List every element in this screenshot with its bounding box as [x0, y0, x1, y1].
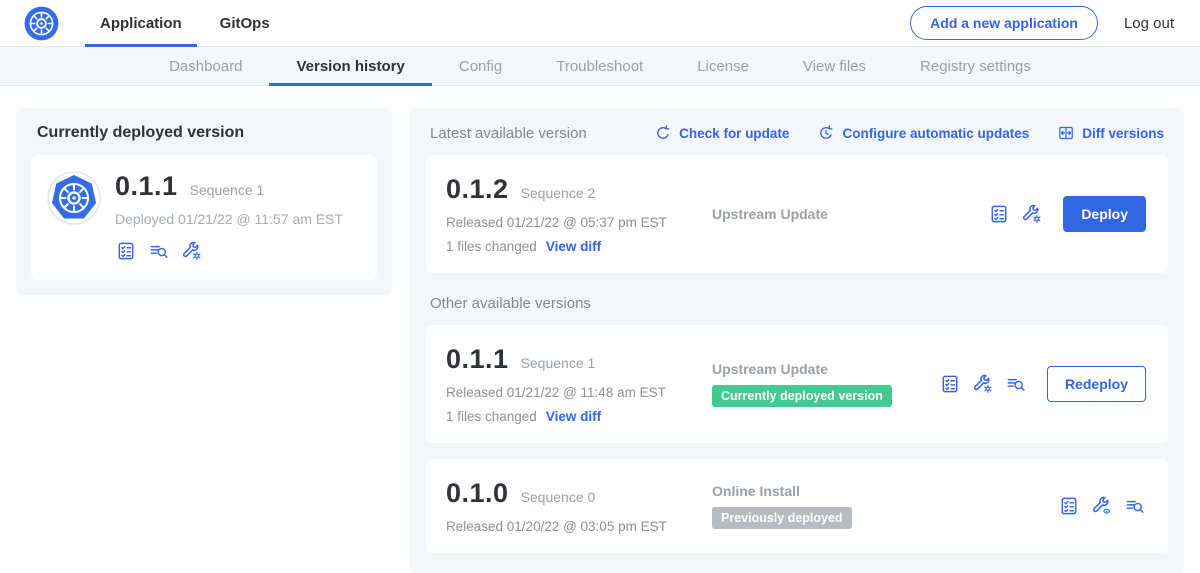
- version-released: Released 01/21/22 @ 11:48 am EST: [446, 385, 696, 400]
- deployed-version-info: 0.1.1 Sequence 1 Deployed 01/21/22 @ 11:…: [115, 171, 343, 262]
- logs-icon[interactable]: [1005, 373, 1027, 395]
- app-subnav: Dashboard Version history Config Trouble…: [0, 47, 1200, 86]
- latest-version-title: Latest available version: [430, 125, 587, 142]
- add-application-button[interactable]: Add a new application: [910, 6, 1098, 40]
- version-history-panel: Latest available version Check for updat…: [410, 108, 1184, 573]
- version-info: 0.1.2 Sequence 2 Released 01/21/22 @ 05:…: [446, 174, 696, 254]
- logs-icon[interactable]: [1124, 495, 1146, 517]
- top-tabs: Application GitOps: [85, 0, 293, 47]
- version-info: 0.1.0 Sequence 0 Released 01/20/22 @ 03:…: [446, 478, 696, 534]
- currently-deployed-panel: Currently deployed version 0.1.1 Sequenc…: [16, 108, 392, 295]
- status-badge: Currently deployed version: [712, 385, 892, 407]
- version-status: Online Install Previously deployed: [696, 483, 1058, 529]
- subnav-item[interactable]: Dashboard: [142, 47, 269, 86]
- config-edit-icon[interactable]: [1021, 203, 1043, 225]
- version-sequence: Sequence 1: [521, 355, 596, 371]
- kubernetes-logo-icon: [24, 6, 59, 41]
- subnav-item[interactable]: Registry settings: [893, 47, 1058, 86]
- version-sequence: Sequence 0: [521, 489, 596, 505]
- version-number: 0.1.1: [446, 344, 509, 375]
- version-source: Upstream Update: [712, 206, 988, 222]
- version-action-icons: [988, 203, 1043, 225]
- main-content: Currently deployed version 0.1.1 Sequenc…: [0, 86, 1200, 573]
- panel-action-label: Configure automatic updates: [842, 126, 1029, 141]
- version-info: 0.1.1 Sequence 1 Released 01/21/22 @ 11:…: [446, 344, 696, 424]
- config-edit-icon[interactable]: [181, 240, 203, 262]
- files-changed-row: 1 files changed View diff: [446, 409, 696, 424]
- version-source: Upstream Update: [712, 361, 939, 377]
- preflight-icon[interactable]: [988, 203, 1010, 225]
- version-released: Released 01/21/22 @ 05:37 pm EST: [446, 215, 696, 230]
- deployed-action-icons: [115, 240, 343, 262]
- subnav-item[interactable]: Troubleshoot: [529, 47, 670, 86]
- top-tab[interactable]: GitOps: [205, 0, 285, 47]
- top-tab[interactable]: Application: [85, 0, 197, 47]
- files-changed-label: 1 files changed: [446, 239, 537, 254]
- view-diff-link[interactable]: View diff: [546, 409, 601, 424]
- panel-action-link[interactable]: Diff versions: [1057, 124, 1164, 142]
- version-number: 0.1.0: [446, 478, 509, 509]
- refresh-icon[interactable]: [654, 124, 672, 142]
- panel-action-label: Check for update: [679, 126, 789, 141]
- version-status: Upstream Update Currently deployed versi…: [696, 361, 939, 407]
- version-actions: [1058, 495, 1148, 517]
- latest-version-header: Latest available version Check for updat…: [426, 122, 1168, 155]
- version-actions: Deploy: [988, 196, 1148, 232]
- other-version-list: 0.1.1 Sequence 1 Released 01/21/22 @ 11:…: [426, 325, 1168, 553]
- panel-action-icon-slot: [817, 124, 835, 142]
- preflight-icon[interactable]: [115, 240, 137, 262]
- view-diff-link[interactable]: View diff: [546, 239, 601, 254]
- logs-icon[interactable]: [148, 240, 170, 262]
- version-action-icons: [1058, 495, 1146, 517]
- version-number: 0.1.2: [446, 174, 509, 205]
- version-sequence: Sequence 2: [521, 185, 596, 201]
- preflight-icon[interactable]: [939, 373, 961, 395]
- subnav-item[interactable]: Config: [432, 47, 529, 86]
- panel-action-label: Diff versions: [1082, 126, 1164, 141]
- config-view-icon[interactable]: [1091, 495, 1113, 517]
- files-changed-label: 1 files changed: [446, 409, 537, 424]
- diff-icon[interactable]: [1057, 124, 1075, 142]
- config-edit-icon[interactable]: [972, 373, 994, 395]
- subnav-item[interactable]: License: [670, 47, 776, 86]
- deployed-version-number: 0.1.1: [115, 171, 178, 202]
- panel-action-link[interactable]: Check for update: [654, 124, 789, 142]
- version-action-icons: [939, 373, 1027, 395]
- deploy-button[interactable]: Deploy: [1063, 196, 1146, 232]
- other-versions-title: Other available versions: [430, 295, 1164, 312]
- version-card: 0.1.2 Sequence 2 Released 01/21/22 @ 05:…: [426, 155, 1168, 273]
- panel-action-icon-slot: [654, 124, 672, 142]
- files-changed-row: 1 files changed View diff: [446, 239, 696, 254]
- version-released: Released 01/20/22 @ 03:05 pm EST: [446, 519, 696, 534]
- version-source: Online Install: [712, 483, 1058, 499]
- panel-action-link[interactable]: Configure automatic updates: [817, 124, 1029, 142]
- logout-link[interactable]: Log out: [1124, 15, 1174, 32]
- subnav-item[interactable]: View files: [776, 47, 893, 86]
- deployed-timestamp: Deployed 01/21/22 @ 11:57 am EST: [115, 211, 343, 227]
- deployed-panel-title: Currently deployed version: [37, 124, 377, 142]
- deployed-sequence: Sequence 1: [190, 182, 265, 198]
- preflight-icon[interactable]: [1058, 495, 1080, 517]
- version-actions: Redeploy: [939, 366, 1148, 402]
- panel-action-icon-slot: [1057, 124, 1075, 142]
- top-nav: Application GitOps Add a new application…: [0, 0, 1200, 47]
- redeploy-button[interactable]: Redeploy: [1047, 366, 1146, 402]
- version-card: 0.1.1 Sequence 1 Released 01/21/22 @ 11:…: [426, 325, 1168, 443]
- deployed-version-card: 0.1.1 Sequence 1 Deployed 01/21/22 @ 11:…: [31, 155, 377, 280]
- app-logo-icon: [47, 171, 101, 225]
- latest-version-list: 0.1.2 Sequence 2 Released 01/21/22 @ 05:…: [426, 155, 1168, 273]
- subnav-item[interactable]: Version history: [269, 47, 431, 86]
- panel-actions: Check for update Configure automatic upd…: [654, 124, 1164, 142]
- version-status: Upstream Update: [696, 206, 988, 222]
- version-card: 0.1.0 Sequence 0 Released 01/20/22 @ 03:…: [426, 459, 1168, 553]
- auto-update-icon[interactable]: [817, 124, 835, 142]
- status-badge: Previously deployed: [712, 507, 852, 529]
